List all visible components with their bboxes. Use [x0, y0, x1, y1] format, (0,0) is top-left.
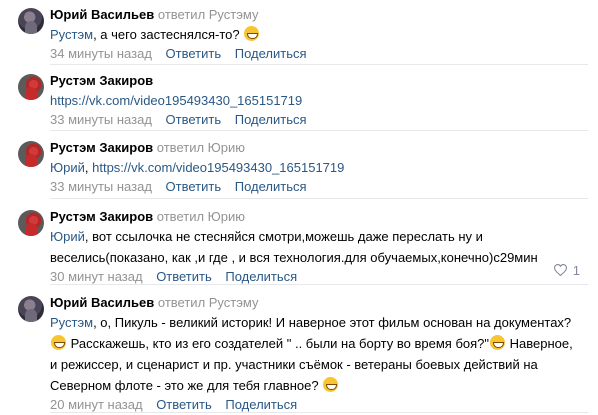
comment-time[interactable]: 34 минуты назад — [50, 46, 152, 61]
comment-text: https://vk.com/video195493430_165151719 — [50, 90, 590, 111]
divider — [50, 198, 588, 199]
comment-text: Рустэм, о, Пикуль - великий историк! И н… — [50, 312, 590, 396]
divider — [50, 64, 588, 65]
grinning-emoji-icon — [323, 377, 339, 392]
comment-text-line2: Расскажешь, кто из его создателей " .. б… — [70, 336, 490, 351]
video-link[interactable]: https://vk.com/video195493430_165151719 — [92, 160, 344, 175]
reply-to-label[interactable]: ответил Юрию — [157, 209, 245, 224]
reply-button[interactable]: Ответить — [166, 112, 222, 127]
reply-to-label[interactable]: ответил Рустэму — [158, 295, 259, 310]
grinning-emoji-icon — [244, 26, 260, 41]
comment-time[interactable]: 30 минут назад — [50, 269, 143, 284]
reply-to-label[interactable]: ответил Рустэму — [158, 7, 259, 22]
grinning-emoji-icon — [51, 335, 66, 350]
mention-link[interactable]: Юрий — [50, 160, 85, 175]
comment-author[interactable]: Рустэм Закиров — [50, 73, 153, 88]
comment-time[interactable]: 33 минуты назад — [50, 112, 152, 127]
video-link[interactable]: https://vk.com/video195493430_165151719 — [50, 93, 302, 108]
comment-text: Юрий, https://vk.com/video195493430_1651… — [50, 157, 590, 178]
comment: Юрий Васильев ответил Рустэму Рустэм, о,… — [0, 288, 598, 415]
comment: Рустэм Закиров ответил Юрию Юрий, https:… — [0, 133, 598, 199]
share-button[interactable]: Поделиться — [235, 179, 307, 194]
mention-link[interactable]: Рустэм — [50, 315, 93, 330]
comment-text-line1: , о, Пикуль - великий историк! И наверно… — [93, 315, 572, 330]
divider — [50, 130, 588, 131]
reply-button[interactable]: Ответить — [156, 397, 212, 412]
comment-time[interactable]: 20 минут назад — [50, 397, 143, 412]
comment-text-line4: Северном флоте - это же для тебя главное… — [50, 378, 319, 393]
like-button[interactable]: 1 — [553, 262, 580, 280]
like-count: 1 — [572, 263, 580, 278]
comment-text-body: , а чего застеснялся-то? — [93, 27, 240, 42]
divider — [50, 284, 588, 285]
comment: Рустэм Закиров https://vk.com/video19549… — [0, 66, 598, 131]
comment-text-line2: веселись(показано, как ,и где , и вся те… — [50, 250, 538, 265]
comment-text-line3: и режиссер, и сценарист и пр. участники … — [50, 357, 538, 372]
comment-text: Рустэм, а чего застеснялся-то? — [50, 24, 590, 45]
comment-author[interactable]: Рустэм Закиров — [50, 209, 153, 224]
user-avatar[interactable] — [18, 8, 44, 34]
share-button[interactable]: Поделиться — [225, 269, 297, 284]
divider — [50, 412, 588, 413]
share-button[interactable]: Поделиться — [225, 397, 297, 412]
reply-to-label[interactable]: ответил Юрию — [157, 140, 245, 155]
grinning-emoji-icon — [490, 335, 506, 350]
comment-text-line1: , вот ссылочка не стесняйся смотри,можеш… — [84, 229, 483, 244]
reply-button[interactable]: Ответить — [156, 269, 212, 284]
user-avatar[interactable] — [18, 74, 44, 100]
mention-link[interactable]: Рустэм — [50, 27, 93, 42]
user-avatar[interactable] — [18, 296, 44, 322]
comment-time[interactable]: 33 минуты назад — [50, 179, 152, 194]
heart-icon — [553, 264, 567, 276]
comment: Рустэм Закиров ответил Юрию Юрий, вот сс… — [0, 202, 598, 285]
reply-button[interactable]: Ответить — [166, 179, 222, 194]
user-avatar[interactable] — [18, 141, 44, 167]
mention-link[interactable]: Юрий — [50, 229, 85, 244]
reply-button[interactable]: Ответить — [166, 46, 222, 61]
share-button[interactable]: Поделиться — [235, 46, 307, 61]
comment: Юрий Васильев ответил Рустэму Рустэм, а … — [0, 0, 598, 65]
share-button[interactable]: Поделиться — [235, 112, 307, 127]
comment-author[interactable]: Юрий Васильев — [50, 295, 154, 310]
comment-author[interactable]: Рустэм Закиров — [50, 140, 153, 155]
comment-text-line2b: Наверное, — [506, 336, 573, 351]
comment-author[interactable]: Юрий Васильев — [50, 7, 154, 22]
user-avatar[interactable] — [18, 210, 44, 236]
comment-text: Юрий, вот ссылочка не стесняйся смотри,м… — [50, 226, 590, 268]
